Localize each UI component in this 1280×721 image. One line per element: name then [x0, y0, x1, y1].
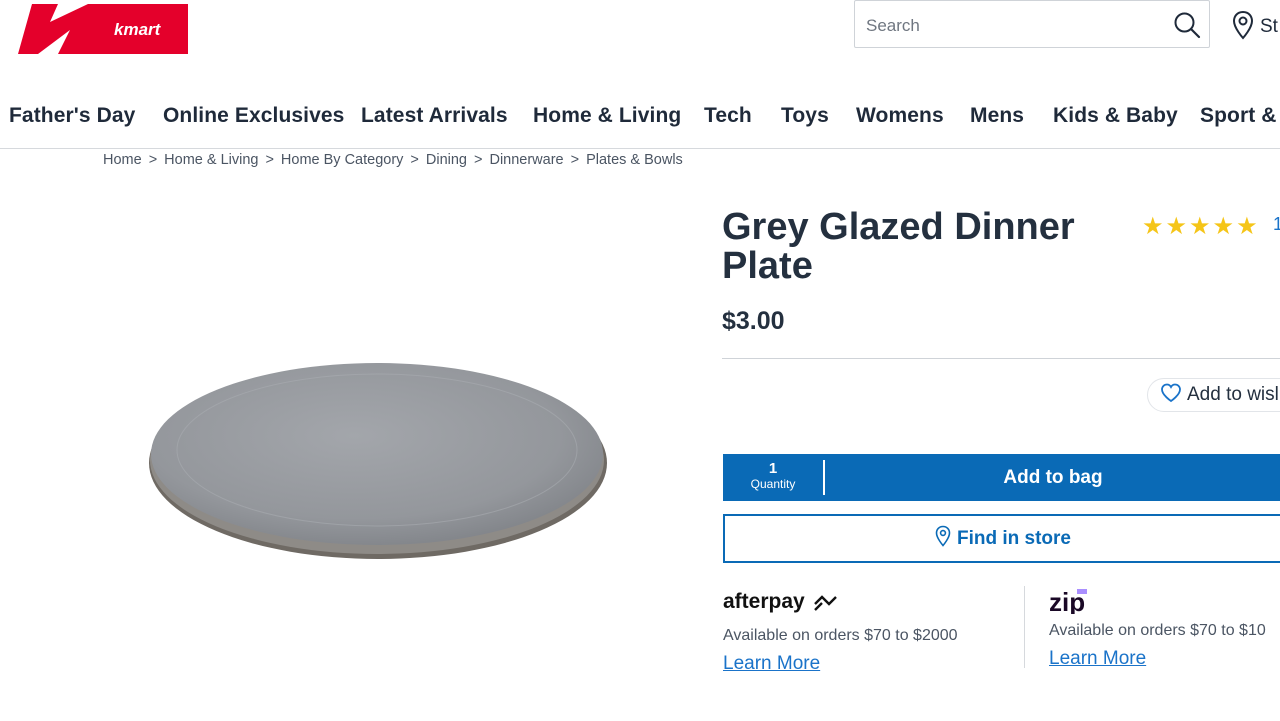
nav-item-latest-arrivals[interactable]: Latest Arrivals — [361, 104, 508, 128]
heart-icon — [1160, 383, 1182, 408]
breadcrumb-home-by-category[interactable]: Home By Category — [281, 152, 404, 168]
nav-item-kids-baby[interactable]: Kids & Baby — [1053, 104, 1178, 128]
breadcrumb: Home > Home & Living > Home By Category > Dini… — [103, 152, 683, 168]
add-to-wishlist-button[interactable]: Add to wisl — [1147, 378, 1280, 412]
payment-divider — [1024, 586, 1025, 668]
quantity-label: Quantity — [750, 477, 796, 491]
search-icon[interactable] — [1173, 11, 1201, 39]
find-in-store-label: Find in store — [957, 527, 1071, 549]
product-title: Grey Glazed Dinner Plate — [722, 206, 1075, 287]
breadcrumb-plates-bowls[interactable]: Plates & Bowls — [586, 152, 683, 168]
search-input[interactable] — [864, 14, 1158, 38]
store-locator-label: St — [1260, 16, 1278, 37]
svg-text:kmart: kmart — [114, 20, 162, 39]
wishlist-label: Add to wisl — [1187, 384, 1279, 405]
rating-stars[interactable]: ★★★★★ — [1142, 212, 1260, 241]
add-to-bag-bar: 1 Quantity Add to bag — [723, 454, 1280, 501]
afterpay-logo: afterpay — [723, 588, 843, 616]
quantity-value: 1 — [768, 460, 778, 477]
search-bar[interactable] — [854, 0, 1210, 48]
nav-divider — [0, 148, 1280, 149]
zip-availability-text: Available on orders $70 to $10 — [1049, 622, 1266, 639]
afterpay-learn-more-link[interactable]: Learn More — [723, 653, 820, 675]
location-pin-icon — [1232, 10, 1254, 45]
breadcrumb-dining[interactable]: Dining — [426, 152, 467, 168]
quantity-selector[interactable]: 1 Quantity — [723, 454, 823, 501]
find-in-store-button[interactable]: Find in store — [723, 514, 1280, 563]
nav-item-mens[interactable]: Mens — [970, 104, 1024, 128]
afterpay-availability-text: Available on orders $70 to $2000 — [723, 627, 958, 644]
location-pin-icon — [935, 525, 951, 552]
nav-item-online-exclusives[interactable]: Online Exclusives — [163, 104, 344, 128]
zip-learn-more-link[interactable]: Learn More — [1049, 648, 1146, 670]
nav-item-home-living[interactable]: Home & Living — [533, 104, 681, 128]
store-locator-link[interactable]: St — [1232, 10, 1278, 45]
nav-item-womens[interactable]: Womens — [856, 104, 944, 128]
breadcrumb-dinnerware[interactable]: Dinnerware — [489, 152, 563, 168]
breadcrumb-home-living[interactable]: Home & Living — [164, 152, 258, 168]
price-divider — [722, 358, 1280, 359]
product-price: $3.00 — [722, 307, 785, 335]
product-image[interactable] — [140, 350, 615, 570]
svg-text:afterpay: afterpay — [723, 590, 805, 613]
review-count-link[interactable]: 1 — [1273, 214, 1280, 235]
svg-text:zip: zip — [1049, 587, 1085, 614]
main-navigation: Father's Day Online Exclusives Latest Ar… — [0, 104, 1280, 134]
nav-item-sport[interactable]: Sport & — [1200, 104, 1277, 128]
add-to-bag-button[interactable]: Add to bag — [825, 454, 1280, 501]
nav-item-fathers-day[interactable]: Father's Day — [9, 104, 135, 128]
kmart-logo[interactable]: kmart — [18, 4, 190, 56]
nav-item-toys[interactable]: Toys — [781, 104, 829, 128]
breadcrumb-home[interactable]: Home — [103, 152, 142, 168]
nav-item-tech[interactable]: Tech — [704, 104, 752, 128]
zip-logo: zip — [1049, 586, 1125, 617]
